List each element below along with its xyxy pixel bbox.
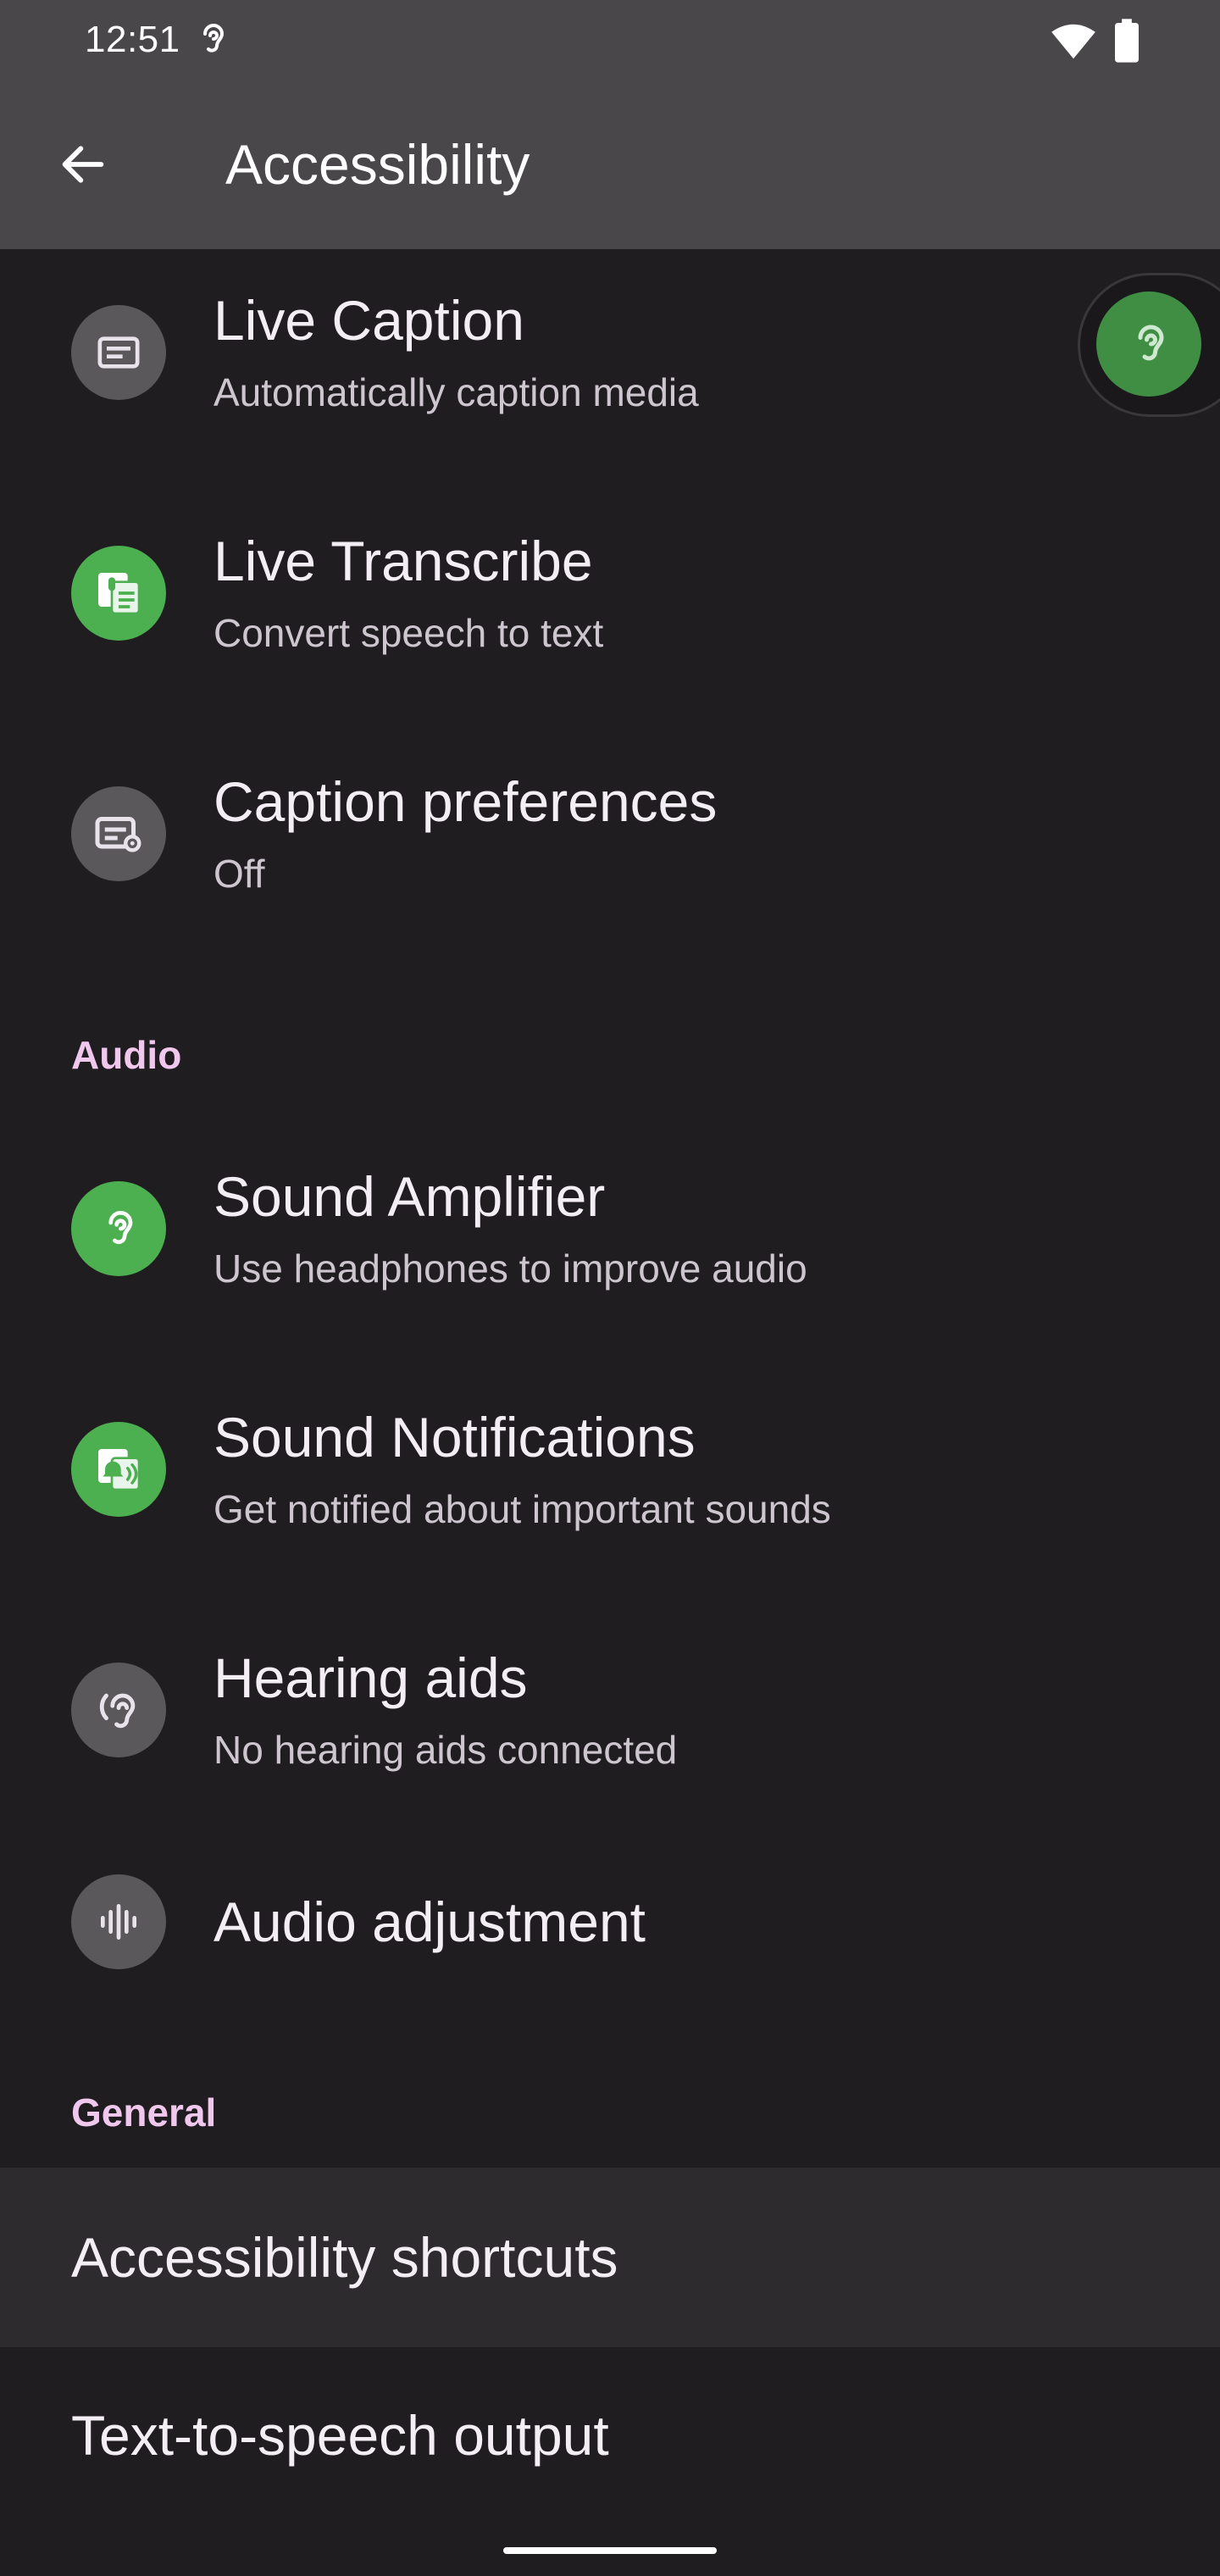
list-item-sound-amplifier[interactable]: Sound Amplifier Use headphones to improv…	[0, 1125, 1220, 1354]
battery-icon	[1115, 19, 1139, 63]
row-subtitle: Use headphones to improve audio	[214, 1246, 807, 1291]
hearing-icon	[203, 24, 225, 53]
row-title: Sound Notifications	[214, 1406, 696, 1468]
accessibility-settings-screen: 12:51 Accessibility Live Caption Automat…	[0, 0, 1220, 2576]
row-title: Accessibility shortcuts	[71, 2226, 618, 2289]
hearing-aids-icon	[71, 1663, 166, 1757]
row-title: Audio adjustment	[214, 1890, 646, 1953]
live-caption-icon	[71, 305, 166, 400]
row-title: Text-to-speech output	[71, 2404, 609, 2467]
list-item-hearing-aids[interactable]: Hearing aids No hearing aids connected	[0, 1607, 1220, 1835]
audio-adjustment-icon	[71, 1874, 166, 1969]
list-item-live-transcribe[interactable]: Live Transcribe Convert speech to text	[0, 490, 1220, 719]
row-title: Caption preferences	[214, 770, 718, 833]
floating-accessibility-button[interactable]	[1096, 291, 1201, 397]
row-subtitle: Off	[214, 852, 265, 896]
row-subtitle: Automatically caption media	[214, 370, 699, 414]
wifi-icon	[1051, 24, 1095, 59]
row-subtitle: Get notified about important sounds	[214, 1487, 831, 1531]
row-title: Sound Amplifier	[214, 1165, 606, 1228]
list-item-accessibility-shortcuts[interactable]: Accessibility shortcuts	[0, 2168, 1220, 2347]
list-item-caption-preferences[interactable]: Caption preferences Off	[0, 730, 1220, 959]
list-item-sound-notifications[interactable]: Sound Notifications Get notified about i…	[0, 1366, 1220, 1595]
app-bar: Accessibility	[0, 85, 1220, 249]
live-transcribe-icon	[71, 546, 166, 641]
sound-notifications-icon	[71, 1422, 166, 1517]
row-title: Live Caption	[214, 289, 524, 352]
home-indicator[interactable]	[503, 2547, 717, 2554]
arrow-back-icon	[62, 146, 104, 183]
hearing-icon	[1138, 325, 1164, 361]
back-button[interactable]	[42, 124, 124, 205]
row-subtitle: Convert speech to text	[214, 611, 604, 655]
caption-preferences-icon	[71, 786, 166, 881]
section-header-general: General	[71, 2090, 217, 2135]
row-title: Hearing aids	[214, 1646, 528, 1709]
section-header-audio: Audio	[71, 1033, 182, 1077]
list-item-live-caption[interactable]: Live Caption Automatically caption media	[0, 249, 1220, 478]
sound-amplifier-icon	[71, 1181, 166, 1276]
page-title: Accessibility	[225, 133, 530, 196]
status-time: 12:51	[85, 19, 180, 60]
status-bar: 12:51	[0, 0, 1220, 85]
row-title: Live Transcribe	[214, 530, 593, 592]
list-item-text-to-speech-output[interactable]: Text-to-speech output	[0, 2347, 1220, 2527]
list-item-audio-adjustment[interactable]: Audio adjustment	[0, 1847, 1220, 2000]
row-subtitle: No hearing aids connected	[214, 1728, 678, 1772]
